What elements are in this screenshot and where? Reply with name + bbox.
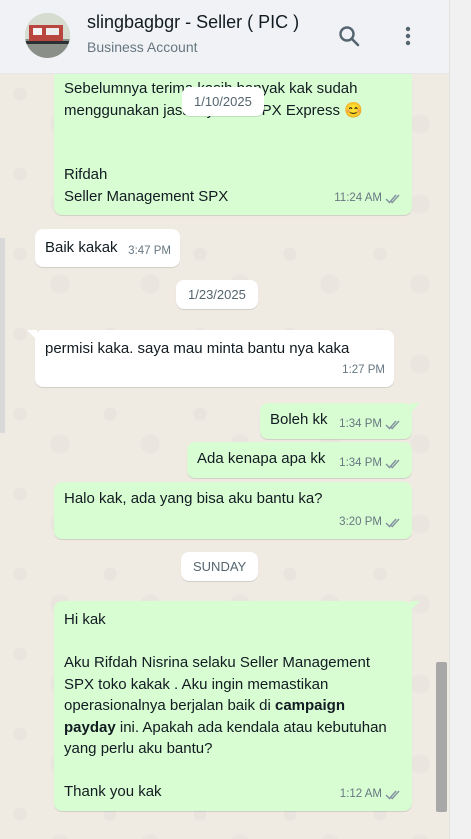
kebab-menu-icon[interactable] — [396, 24, 420, 48]
message-text: operasionalnya berjalan baik di campaign — [64, 697, 346, 714]
message-outgoing[interactable]: Hi kak Aku Rifdah Nisrina selaku Seller … — [54, 601, 420, 811]
chat-header[interactable]: slingbagbgr - Seller ( PIC ) Business Ac… — [0, 0, 449, 74]
scrollbar-track[interactable] — [449, 0, 471, 839]
message-time: 1:34 PM — [339, 456, 382, 469]
date-separator: SUNDAY — [181, 552, 259, 581]
double-check-icon — [385, 420, 400, 430]
message-outgoing[interactable]: Ada kenapa apa kk 1:34 PM — [187, 442, 412, 478]
search-icon[interactable] — [337, 24, 361, 48]
contact-avatar[interactable] — [25, 13, 70, 58]
message-text: Boleh kk — [270, 411, 328, 428]
message-meta: 1:27 PM — [342, 360, 385, 382]
message-time: 1:34 PM — [339, 417, 382, 430]
message-meta: 3:47 PM — [128, 241, 171, 263]
message-text: yang perlu aku bantu? — [64, 740, 213, 757]
double-check-icon — [385, 459, 400, 469]
message-meta: 11:24 AM — [334, 188, 403, 210]
scrollbar-thumb[interactable] — [436, 662, 447, 812]
message-incoming[interactable]: Baik kakak 3:47 PM — [35, 229, 180, 267]
message-meta: 1:34 PM — [339, 453, 403, 475]
message-time: 11:24 AM — [334, 191, 382, 204]
date-separator: 1/10/2025 — [182, 87, 264, 116]
message-text: Ada kenapa apa kk — [197, 450, 326, 467]
contact-subtitle: Business Account — [87, 39, 198, 55]
message-outgoing[interactable]: Boleh kk 1:34 PM — [260, 403, 420, 439]
message-incoming[interactable]: permisi kaka. saya mau minta bantu nya k… — [27, 330, 394, 387]
double-check-icon — [385, 194, 400, 204]
message-meta: 3:20 PM — [339, 512, 403, 534]
left-edge-bar — [0, 238, 5, 433]
message-time: 1:12 AM — [339, 787, 382, 800]
message-text: Hi kak — [64, 611, 106, 628]
message-meta: 1:34 PM — [339, 414, 403, 436]
contact-name[interactable]: slingbagbgr - Seller ( PIC ) — [87, 12, 299, 33]
message-text: Aku Rifdah Nisrina selaku Seller Managem… — [64, 654, 370, 671]
message-time: 1:27 PM — [342, 363, 385, 376]
message-list[interactable]: Sebelumnya terima kasih banyak kak sudah… — [0, 74, 449, 839]
message-meta: 1:12 AM — [340, 784, 403, 806]
message-outgoing[interactable]: Halo kak, ada yang bisa aku bantu ka? 3:… — [54, 482, 412, 539]
message-text: Rifdah — [64, 166, 108, 183]
message-text: Halo kak, ada yang bisa aku bantu ka? — [64, 490, 323, 507]
message-time: 3:20 PM — [339, 515, 382, 528]
message-text: permisi kaka. saya mau minta bantu nya k… — [45, 340, 350, 357]
double-check-icon — [385, 518, 400, 528]
double-check-icon — [385, 790, 400, 800]
message-text: SPX toko kakak . Aku ingin memastikan — [64, 675, 329, 693]
date-separator: 1/23/2025 — [176, 280, 258, 309]
message-text: Baik kakak — [45, 239, 118, 256]
message-text: payday ini. Apakah ada kendala atau kebu… — [64, 718, 387, 736]
message-time: 3:47 PM — [128, 244, 171, 257]
